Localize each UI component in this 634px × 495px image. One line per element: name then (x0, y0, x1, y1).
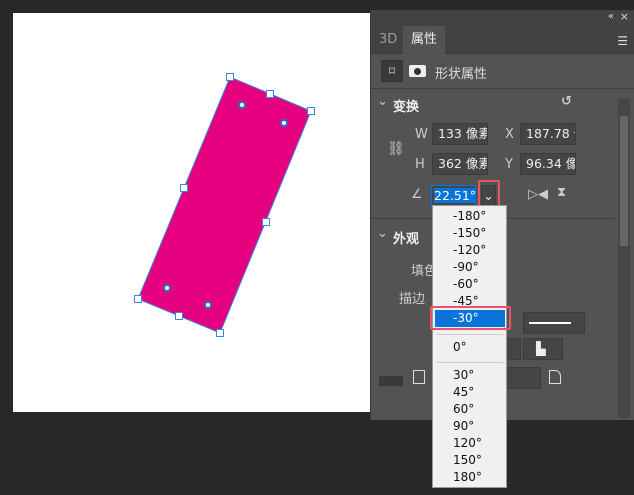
y-label: Y (505, 157, 513, 172)
angle-field[interactable]: 22.51° (431, 185, 476, 207)
menu-item[interactable]: 30° (433, 367, 506, 384)
x-field[interactable]: 187.78 像素 (520, 123, 576, 145)
menu-item[interactable]: 180° (433, 469, 506, 486)
appearance-heading: 外观 (393, 232, 420, 247)
transform-handle[interactable] (180, 184, 188, 192)
link-icon[interactable]: ⛓ (387, 141, 405, 157)
stroke-dropdown[interactable] (506, 338, 521, 360)
mask-icon[interactable] (409, 65, 426, 77)
y-field[interactable]: 96.34 像素 (520, 153, 576, 175)
close-icon[interactable]: × (620, 10, 629, 23)
flip-horizontal-icon[interactable]: ▷◀ (528, 187, 548, 202)
transform-heading: 变换 (393, 100, 420, 115)
corner-radius-point[interactable] (163, 284, 171, 292)
corner-radius-point[interactable] (238, 101, 246, 109)
menu-item[interactable]: -180° (433, 208, 506, 225)
rotated-rectangle-shape[interactable] (13, 13, 370, 412)
corner-radius-point[interactable] (280, 119, 288, 127)
width-field[interactable]: 133 像素 (432, 123, 488, 145)
menu-item[interactable]: 60° (433, 401, 506, 418)
menu-item[interactable]: 0° (433, 339, 506, 356)
transform-handle[interactable] (134, 295, 142, 303)
transform-handle[interactable] (266, 90, 274, 98)
menu-item[interactable]: 45° (433, 384, 506, 401)
menu-item[interactable]: 150° (433, 452, 506, 469)
stroke-style-dropdown[interactable] (523, 312, 585, 334)
transform-handle[interactable] (307, 107, 315, 115)
menu-item[interactable]: 120° (433, 435, 506, 452)
collapse-icon[interactable]: « (608, 11, 614, 22)
transform-handle[interactable] (175, 312, 183, 320)
x-label: X (505, 127, 514, 142)
chevron-down-icon[interactable]: ⌄ (377, 94, 388, 109)
tab-3d[interactable]: 3D (379, 26, 397, 54)
stroke-align-dropdown[interactable]: ▙ (523, 338, 563, 360)
menu-item[interactable]: -90° (433, 259, 506, 276)
angle-value: 22.51° (434, 188, 476, 203)
corner-radius-field[interactable] (506, 367, 541, 389)
tab-properties[interactable]: 属性 (403, 26, 445, 54)
flip-vertical-icon[interactable]: ⧗ (557, 185, 566, 200)
panel-title: 形状属性 (435, 67, 488, 82)
stroke-label: 描边 (399, 292, 426, 307)
angle-icon: ∠ (411, 187, 423, 202)
angle-dropdown-menu: -180° -150° -120° -90° -60° -45° -30° 0°… (432, 205, 507, 488)
scrollbar[interactable] (618, 98, 630, 418)
menu-item[interactable]: -120° (433, 242, 506, 259)
transform-handle[interactable] (216, 329, 224, 337)
corner-icon[interactable] (549, 370, 561, 384)
corner-radius-point[interactable] (204, 301, 212, 309)
menu-item[interactable]: -150° (433, 225, 506, 242)
transform-handle[interactable] (262, 218, 270, 226)
h-label: H (415, 157, 425, 172)
w-label: W (415, 127, 428, 142)
menu-item[interactable]: -60° (433, 276, 506, 293)
reset-icon[interactable]: ↺ (561, 94, 572, 109)
corner-icon[interactable] (413, 370, 425, 384)
menu-icon[interactable]: ☰ (617, 34, 628, 48)
menu-item[interactable]: 90° (433, 418, 506, 435)
height-field[interactable]: 362 像素 (432, 153, 488, 175)
chevron-down-icon[interactable]: ⌄ (377, 226, 388, 241)
document-canvas[interactable] (13, 13, 370, 412)
shape-properties-icon[interactable]: ⌑ (381, 60, 403, 82)
transform-handle[interactable] (226, 73, 234, 81)
